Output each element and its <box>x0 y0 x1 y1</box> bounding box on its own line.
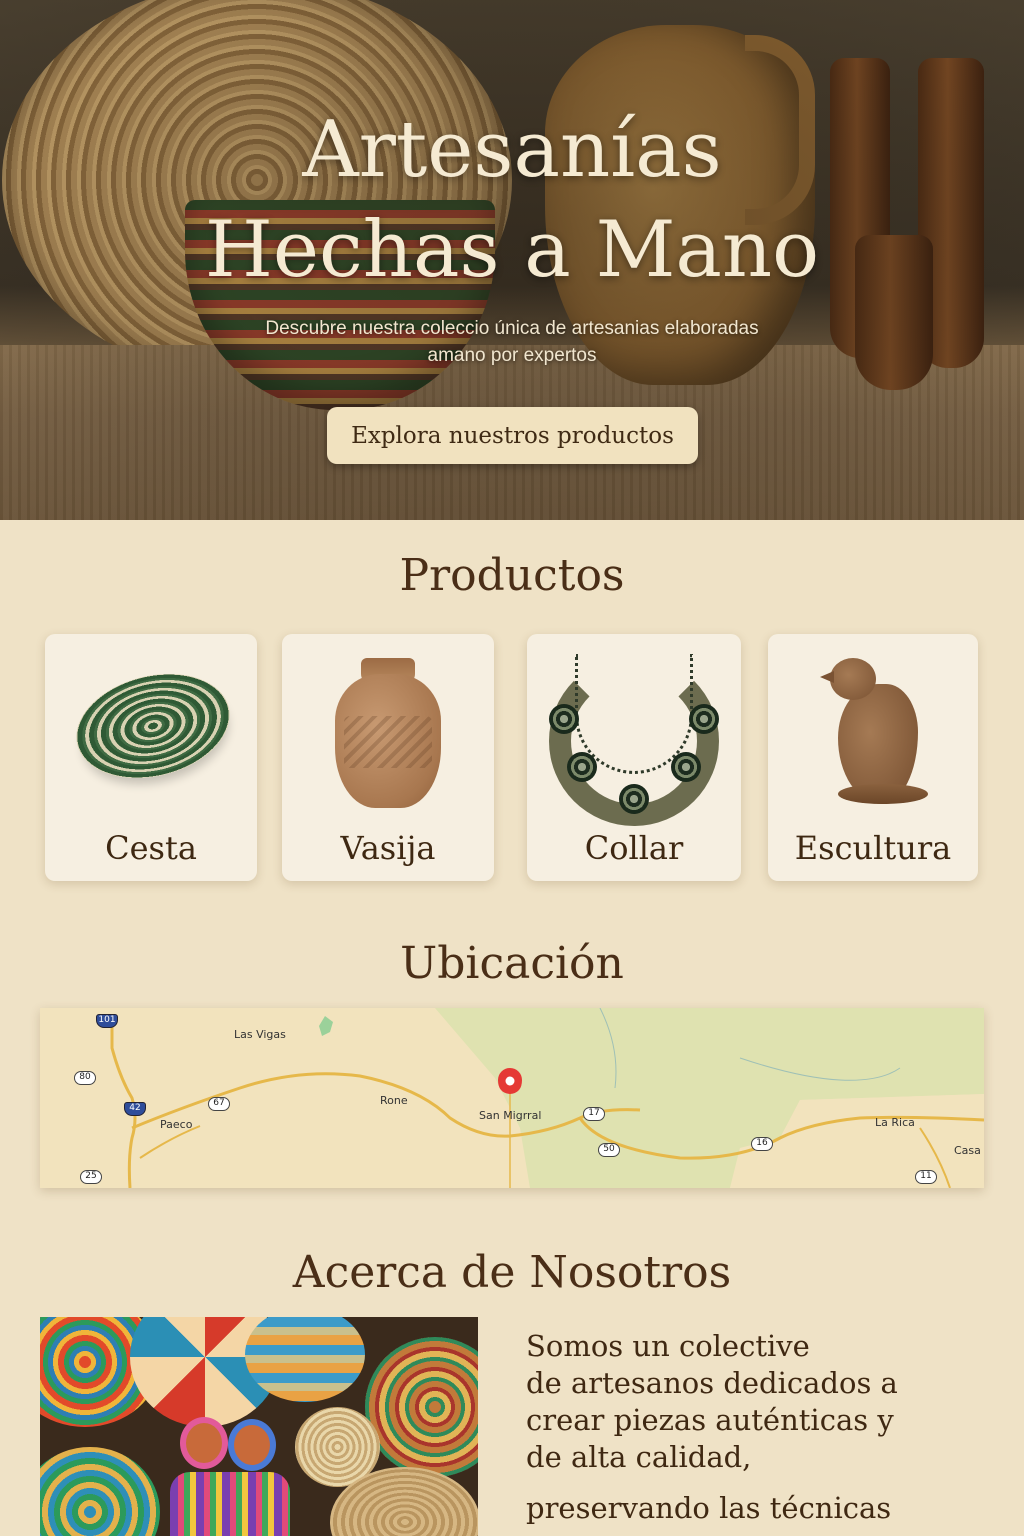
map-place-label: Casa <box>954 1144 981 1157</box>
route-shield-icon: 16 <box>751 1137 773 1151</box>
route-shield-icon: 17 <box>583 1107 605 1121</box>
hero-title: Artesanías Hechas a Mano <box>0 100 1024 300</box>
product-label: Escultura <box>794 829 952 867</box>
product-card-vasija[interactable]: Vasija <box>282 634 494 881</box>
map-pin-label: San Migrral <box>479 1109 542 1122</box>
crafts-collage-image <box>40 1317 478 1536</box>
map-terrain <box>110 1008 984 1188</box>
product-card-collar[interactable]: Collar <box>527 634 741 881</box>
doll-face-icon <box>180 1417 228 1469</box>
map-place-label: La Rica <box>875 1116 915 1129</box>
location-section-title: Ubicación <box>400 938 624 989</box>
products-section-title: Productos <box>399 550 625 601</box>
route-shield-icon: 80 <box>74 1071 96 1085</box>
doll-face-icon <box>228 1419 276 1471</box>
map-place-label: Las Vigas <box>234 1028 286 1041</box>
route-shield-icon: 11 <box>915 1170 937 1184</box>
hero-title-line2: Hechas a Mano <box>204 205 820 295</box>
about-text: Somos un colective de artesanos dedicado… <box>526 1328 996 1527</box>
hero-banner: Artesanías Hechas a Mano Descubre nuestr… <box>0 0 1024 520</box>
route-shield-icon: 25 <box>80 1170 102 1184</box>
about-section-title: Acerca de Nosotros <box>292 1247 732 1298</box>
hero-title-line1: Artesanías <box>302 105 722 195</box>
location-map[interactable]: Las Vigas Paeco Rone San Migrral La Rica… <box>40 1008 984 1188</box>
product-card-escultura[interactable]: Escultura <box>768 634 978 881</box>
product-label: Vasija <box>340 829 436 867</box>
route-shield-icon: 101 <box>96 1014 118 1028</box>
basket-image <box>65 658 241 794</box>
about-paragraph: preservando las técnicas <box>526 1491 892 1525</box>
explore-products-button[interactable]: Explora nuestros productos <box>327 407 698 464</box>
hero-subtitle-line2: amano por expertos <box>427 345 597 366</box>
map-place-label: Rone <box>380 1094 408 1107</box>
product-label: Cesta <box>105 829 197 867</box>
route-shield-icon: 67 <box>208 1097 230 1111</box>
route-shield-icon: 50 <box>598 1143 620 1157</box>
map-pin-icon <box>498 1068 522 1094</box>
hero-subtitle: Descubre nuestra coleccio única de artes… <box>212 315 812 369</box>
map-place-label: Paeco <box>160 1118 193 1131</box>
product-label: Collar <box>584 829 684 867</box>
hero-subtitle-line1: Descubre nuestra coleccio única de artes… <box>265 318 759 339</box>
about-paragraph: Somos un colective de artesanos dedicado… <box>526 1329 898 1474</box>
product-card-cesta[interactable]: Cesta <box>45 634 257 881</box>
route-shield-icon: 42 <box>124 1102 146 1116</box>
